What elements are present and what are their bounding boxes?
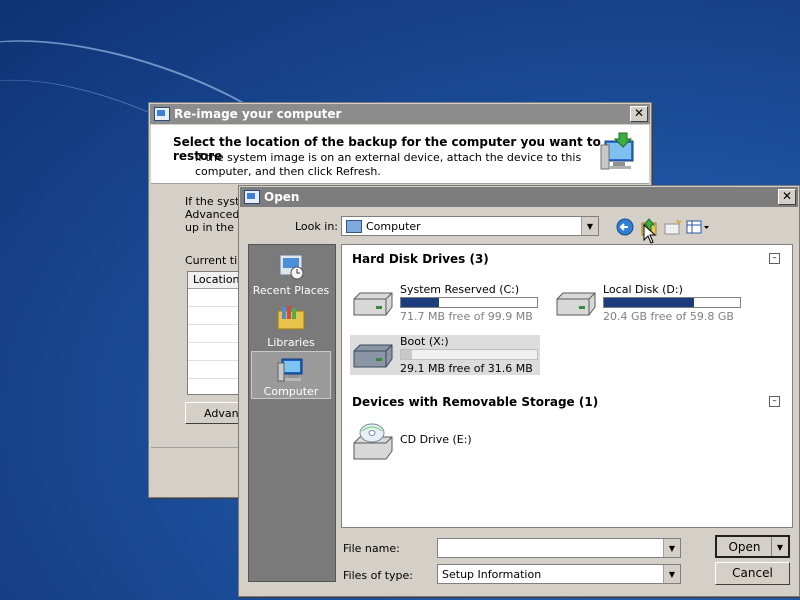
- place-recent-places[interactable]: Recent Places: [251, 249, 331, 297]
- chevron-down-icon[interactable]: ▼: [581, 217, 598, 235]
- collapse-icon[interactable]: –: [769, 253, 780, 264]
- reimage-title: Re-image your computer: [174, 107, 342, 121]
- collapse-icon[interactable]: –: [769, 396, 780, 407]
- close-button[interactable]: ✕: [778, 189, 796, 205]
- file-name-label: File name:: [343, 542, 400, 555]
- reimage-description: If the system image is on an external de…: [195, 151, 582, 178]
- drive-name: Local Disk (D:): [603, 283, 683, 296]
- close-button[interactable]: ✕: [630, 106, 648, 122]
- reimage-header: Select the location of the backup for th…: [151, 125, 649, 184]
- look-in-dropdown[interactable]: Computer ▼: [341, 216, 599, 236]
- drive-usage-bar: [400, 349, 538, 360]
- cd-drive-icon: [353, 423, 393, 460]
- place-label: Libraries: [267, 336, 315, 349]
- mouse-pointer-icon: [643, 224, 657, 244]
- group-header-hard-disks[interactable]: Hard Disk Drives (3): [352, 252, 489, 266]
- chevron-down-icon[interactable]: ▼: [771, 537, 788, 556]
- open-button-label: Open: [728, 540, 761, 554]
- open-title: Open: [264, 190, 300, 204]
- drive-usage-fill: [401, 298, 440, 307]
- places-bar: Recent Places Libraries Computer: [248, 244, 336, 582]
- recent-places-icon: [279, 254, 304, 280]
- hard-disk-icon: [353, 292, 393, 316]
- back-button[interactable]: [615, 217, 635, 237]
- drive-name: Boot (X:): [400, 335, 449, 348]
- computer-icon: [346, 219, 362, 233]
- hard-disk-icon: [353, 344, 393, 368]
- drive-item-d[interactable]: Local Disk (D:) 20.4 GB free of 59.8 GB: [553, 283, 743, 323]
- new-folder-icon: [664, 219, 682, 235]
- open-button[interactable]: Open ▼: [715, 535, 790, 558]
- drive-usage-bar: [603, 297, 741, 308]
- drive-free-space: 29.1 MB free of 31.6 MB: [400, 362, 533, 375]
- file-type-value: Setup Information: [442, 567, 542, 581]
- drive-usage-bar: [400, 297, 538, 308]
- drive-item-c[interactable]: System Reserved (C:) 71.7 MB free of 99.…: [350, 283, 540, 323]
- drive-usage-fill: [401, 350, 412, 359]
- drive-usage-fill: [604, 298, 694, 307]
- place-label: Computer: [263, 385, 319, 398]
- current-time-label: Current tim: [185, 254, 245, 267]
- group-header-removable[interactable]: Devices with Removable Storage (1): [352, 395, 598, 409]
- advanced-button[interactable]: Advanc: [185, 402, 245, 424]
- place-label: Recent Places: [252, 284, 330, 297]
- chevron-down-icon[interactable]: ▼: [663, 565, 680, 583]
- drive-name: CD Drive (E:): [400, 433, 472, 446]
- view-menu-button[interactable]: [685, 217, 711, 237]
- libraries-icon: [277, 306, 305, 330]
- drive-item-e[interactable]: CD Drive (E:): [350, 423, 540, 465]
- file-type-select[interactable]: Setup Information ▼: [437, 564, 681, 584]
- drive-free-space: 20.4 GB free of 59.8 GB: [603, 310, 734, 323]
- look-in-value: Computer: [366, 219, 421, 233]
- place-computer[interactable]: Computer: [251, 351, 331, 399]
- drive-name: System Reserved (C:): [400, 283, 520, 296]
- file-type-label: Files of type:: [343, 569, 414, 582]
- drive-item-x[interactable]: Boot (X:) 29.1 MB free of 31.6 MB: [350, 335, 540, 375]
- view-menu-icon: [686, 220, 709, 234]
- reimage-window-icon: [154, 107, 170, 121]
- open-window-icon: [244, 190, 260, 204]
- computer-restore-icon: [600, 132, 634, 170]
- place-libraries[interactable]: Libraries: [251, 301, 331, 349]
- chevron-down-icon[interactable]: ▼: [663, 539, 680, 557]
- open-dialog: Open ✕ Look in: Computer ▼ Recent Places…: [238, 185, 800, 597]
- cancel-button[interactable]: Cancel: [715, 562, 790, 585]
- open-titlebar[interactable]: Open ✕: [240, 187, 798, 207]
- back-arrow-icon: [616, 218, 634, 236]
- look-in-label: Look in:: [295, 220, 338, 233]
- new-folder-button[interactable]: [663, 217, 683, 237]
- file-list-view[interactable]: Hard Disk Drives (3) – System Reserved (…: [341, 244, 793, 528]
- file-name-input[interactable]: ▼: [437, 538, 681, 558]
- reimage-titlebar[interactable]: Re-image your computer ✕: [150, 104, 650, 124]
- computer-icon: [277, 358, 303, 382]
- drive-free-space: 71.7 MB free of 99.9 MB: [400, 310, 533, 323]
- hard-disk-icon: [556, 292, 596, 316]
